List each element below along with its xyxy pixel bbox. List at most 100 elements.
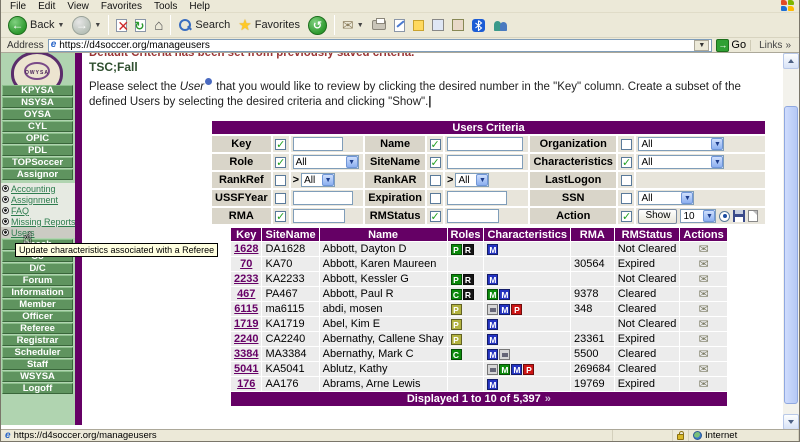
sidebar-link-missing-reports[interactable]: Missing Reports [1, 216, 81, 227]
key-link[interactable]: 6115 [234, 303, 258, 315]
sidebar-item-forum[interactable]: Forum [2, 275, 73, 286]
input-sitename[interactable] [447, 155, 523, 169]
stop-button[interactable]: ✕ [112, 14, 131, 36]
input-key[interactable] [293, 137, 343, 151]
menu-tools[interactable]: Tools [149, 1, 182, 12]
select-role[interactable]: All▼ [293, 155, 359, 169]
chevron-down-icon[interactable]: ▼ [322, 174, 334, 186]
display-radio[interactable] [719, 211, 730, 222]
send-email-icon[interactable]: ✉ [699, 272, 709, 286]
sidebar-item-officer[interactable]: Officer [2, 311, 73, 322]
send-email-icon[interactable]: ✉ [699, 287, 709, 301]
checkbox-organization[interactable] [621, 139, 632, 150]
checkbox-name[interactable] [430, 139, 441, 150]
vertical-scrollbar[interactable] [783, 53, 799, 430]
checkbox-rankar[interactable] [430, 175, 441, 186]
select-rankref[interactable]: All▼ [301, 173, 335, 187]
key-link[interactable]: 1719 [234, 318, 258, 330]
scroll-thumb[interactable] [784, 106, 798, 404]
history-button[interactable]: ↺ [304, 14, 331, 36]
select-rankar[interactable]: All▼ [455, 173, 489, 187]
search-button[interactable]: Search [174, 14, 234, 36]
sidebar-item-referee[interactable]: Referee [2, 323, 73, 334]
chevron-down-icon[interactable]: ▼ [346, 156, 358, 168]
address-input[interactable]: e https://d4soccer.org/manageusers ▼ [48, 39, 713, 52]
menu-view[interactable]: View [62, 1, 94, 12]
input-rma[interactable] [293, 209, 345, 223]
send-email-icon[interactable]: ✉ [699, 362, 709, 376]
input-rmstatus[interactable] [447, 209, 499, 223]
discuss-button[interactable] [409, 14, 428, 36]
send-email-icon[interactable]: ✉ [699, 377, 709, 391]
mail-dropdown-icon[interactable]: ▼ [357, 22, 364, 29]
menu-edit[interactable]: Edit [33, 1, 60, 12]
key-link[interactable]: 2233 [234, 273, 258, 285]
export-page-icon[interactable] [748, 210, 758, 222]
key-link[interactable]: 467 [237, 288, 255, 300]
input-ussfyear[interactable] [293, 191, 353, 205]
checkbox-lastlogon[interactable] [621, 175, 632, 186]
select-ssn[interactable]: All▼ [638, 191, 694, 205]
scroll-down-button[interactable] [783, 414, 799, 430]
checkbox-rma[interactable] [275, 211, 286, 222]
refresh-button[interactable]: ↻ [131, 14, 150, 36]
select-organization[interactable]: All▼ [638, 137, 724, 151]
sidebar-item-logoff[interactable]: Logoff [2, 383, 73, 394]
links-chevron-icon[interactable]: » [785, 40, 791, 51]
page-size-select[interactable]: 10▼ [680, 209, 716, 223]
scroll-up-button[interactable] [783, 53, 799, 69]
checkbox-role[interactable] [275, 157, 286, 168]
key-link[interactable]: 2240 [234, 333, 258, 345]
menu-favorites[interactable]: Favorites [96, 1, 147, 12]
sidebar-item-scheduler[interactable]: Scheduler [2, 347, 73, 358]
sidebar-item-opic[interactable]: OPIC [2, 133, 73, 144]
forward-button[interactable]: → ▼ [68, 14, 105, 36]
sidebar-item-registrar[interactable]: Registrar [2, 335, 73, 346]
sidebar-item-assignor[interactable]: Assignor [2, 169, 73, 180]
bluetooth-button[interactable] [468, 14, 489, 36]
key-link[interactable]: 70 [240, 258, 252, 270]
home-button[interactable]: ⌂ [150, 14, 167, 36]
back-button[interactable]: ← Back ▼ [4, 14, 68, 36]
checkbox-ssn[interactable] [621, 193, 632, 204]
sidebar-link-assignment[interactable]: Assignment [1, 194, 81, 205]
checkbox-key[interactable] [275, 139, 286, 150]
show-button[interactable]: Show [638, 209, 677, 224]
menu-help[interactable]: Help [184, 1, 215, 12]
messenger-button[interactable] [489, 14, 512, 36]
sidebar-item-cyl[interactable]: CYL [2, 121, 73, 132]
send-email-icon[interactable]: ✉ [699, 317, 709, 331]
chevron-down-icon[interactable]: ▼ [703, 210, 715, 222]
key-link[interactable]: 1628 [234, 243, 258, 255]
sidebar-item-d-c[interactable]: D/C [2, 263, 73, 274]
sidebar-item-member[interactable]: Member [2, 299, 73, 310]
sidebar-item-pdl[interactable]: PDL [2, 145, 73, 156]
sidebar-item-nsysa[interactable]: NSYSA [2, 97, 73, 108]
send-email-icon[interactable]: ✉ [699, 242, 709, 256]
next-pages-icon[interactable]: » [545, 393, 551, 405]
user-help-icon[interactable] [205, 78, 212, 85]
research-button[interactable] [428, 14, 448, 36]
chevron-down-icon[interactable]: ▼ [711, 156, 723, 168]
select-characteristics[interactable]: All▼ [638, 155, 724, 169]
forward-dropdown-icon[interactable]: ▼ [94, 22, 101, 29]
back-dropdown-icon[interactable]: ▼ [57, 22, 64, 29]
sidebar-item-topsoccer[interactable]: TOPSoccer [2, 157, 73, 168]
sidebar-link-users[interactable]: Users [1, 227, 81, 238]
key-link[interactable]: 3384 [234, 348, 258, 360]
checkbox-rankref[interactable] [275, 175, 286, 186]
favorites-button[interactable]: ★ Favorites [234, 14, 304, 36]
checkbox-action[interactable] [621, 211, 632, 222]
checkbox-characteristics[interactable] [621, 157, 632, 168]
sidebar-item-information[interactable]: Information [2, 287, 73, 298]
send-email-icon[interactable]: ✉ [699, 332, 709, 346]
send-email-icon[interactable]: ✉ [699, 257, 709, 271]
checkbox-sitename[interactable] [430, 157, 441, 168]
checkbox-rmstatus[interactable] [430, 211, 441, 222]
sidebar-item-staff[interactable]: Staff [2, 359, 73, 370]
checkbox-ussfyear[interactable] [275, 193, 286, 204]
send-email-icon[interactable]: ✉ [699, 302, 709, 316]
send-email-icon[interactable]: ✉ [699, 347, 709, 361]
checkbox-expiration[interactable] [430, 193, 441, 204]
go-button[interactable]: → Go [712, 39, 750, 52]
